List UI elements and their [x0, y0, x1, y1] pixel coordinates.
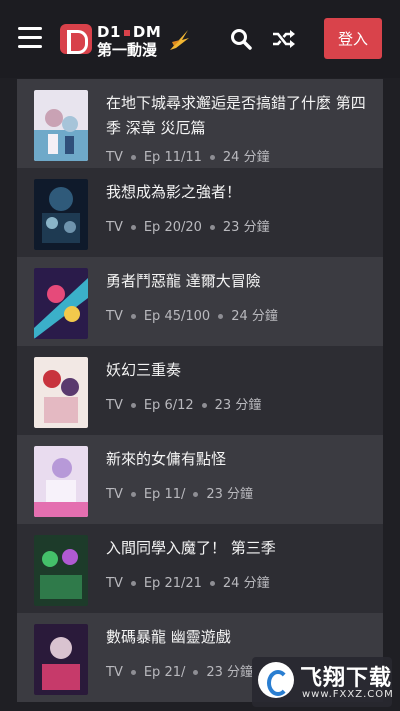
cover-image [34, 90, 88, 161]
item-duration: 23 分鐘 [206, 487, 254, 502]
item-meta: TV Ep 11/11 24 分鐘 [106, 146, 270, 165]
item-duration: 23 分鐘 [206, 665, 254, 680]
item-duration: 24 分鐘 [231, 309, 278, 324]
item-episode: Ep 21/ [143, 665, 186, 680]
cover-image [34, 624, 88, 695]
item-type: TV [106, 220, 123, 235]
item-title: 妖幻三重奏 [106, 361, 182, 379]
item-title: 入間同學入魔了！ 第三季 [106, 539, 276, 557]
search-icon[interactable] [230, 28, 252, 50]
item-duration: 24 分鐘 [222, 576, 270, 591]
site-logo[interactable]: D1 DM 第一動漫 [60, 22, 190, 59]
item-episode: Ep 21/21 [143, 576, 202, 591]
item-meta: TV Ep 45/100 24 分鐘 [106, 305, 278, 324]
cover-image [34, 535, 88, 606]
item-episode: Ep 20/20 [143, 220, 202, 235]
item-title: 我想成為影之強者！ [106, 183, 242, 201]
hamburger-menu-icon[interactable] [18, 27, 42, 49]
cover-art [34, 535, 88, 606]
item-episode: Ep 11/11 [143, 150, 202, 165]
list-item[interactable]: 新來的女傭有點怪 TV Ep 11/23 分鐘 [17, 435, 383, 524]
list-item[interactable]: 勇者鬥惡龍 達爾大冒險 TV Ep 45/100 24 分鐘 [17, 257, 383, 346]
logo-wing-icon [170, 30, 189, 50]
watermark: 飞翔下载 www.FXXZ.COM [252, 657, 394, 707]
item-duration: 23 分鐘 [222, 220, 270, 235]
list-item[interactable]: 我想成為影之強者！ TV Ep 20/20 23 分鐘 [17, 168, 383, 257]
top-header: D1 DM 第一動漫 登入 [0, 0, 400, 78]
item-type: TV [106, 398, 123, 413]
item-meta: TV Ep 21/23 分鐘 [106, 661, 253, 680]
item-type: TV [106, 487, 123, 502]
item-meta: TV Ep 21/21 24 分鐘 [106, 572, 270, 591]
anime-list: 在地下城尋求邂逅是否搞錯了什麼 第四季 深章 災厄篇 TV Ep 11/11 24 … [17, 79, 383, 711]
logo-badge [60, 24, 92, 54]
cover-art [34, 357, 88, 428]
item-title: 勇者鬥惡龍 達爾大冒險 [106, 272, 261, 290]
logo-text-bottom: 第一動漫 [97, 41, 158, 59]
item-episode: Ep 6/12 [143, 398, 194, 413]
item-title: 數碼暴龍 幽靈遊戲 [106, 628, 231, 646]
item-episode: Ep 45/100 [143, 309, 211, 324]
list-item[interactable]: 妖幻三重奏 TV Ep 6/12 23 分鐘 [17, 346, 383, 435]
shuffle-icon[interactable] [272, 28, 296, 50]
watermark-logo-icon [258, 662, 294, 698]
item-type: TV [106, 150, 123, 165]
cover-image [34, 268, 88, 339]
item-meta: TV Ep 11/23 分鐘 [106, 483, 253, 502]
cover-art [34, 268, 88, 339]
item-title: 在地下城尋求邂逅是否搞錯了什麼 第四季 深章 災厄篇 [106, 94, 366, 137]
item-duration: 23 分鐘 [214, 398, 262, 413]
cover-image [34, 446, 88, 517]
cover-image [34, 179, 88, 250]
watermark-url: www.FXXZ.COM [302, 689, 394, 700]
cover-art [34, 179, 88, 250]
item-meta: TV Ep 6/12 23 分鐘 [106, 394, 261, 413]
item-meta: TV Ep 20/20 23 分鐘 [106, 216, 270, 235]
item-duration: 24 分鐘 [222, 150, 270, 165]
watermark-name: 飞翔下载 [300, 666, 393, 691]
item-episode: Ep 11/ [143, 487, 186, 502]
item-title: 新來的女傭有點怪 [106, 450, 227, 468]
cover-art [34, 624, 88, 695]
cover-art [34, 90, 88, 161]
item-type: TV [106, 309, 123, 324]
list-item[interactable]: 在地下城尋求邂逅是否搞錯了什麼 第四季 深章 災厄篇 TV Ep 11/11 24 … [17, 79, 383, 168]
list-item[interactable]: 入間同學入魔了！ 第三季 TV Ep 21/21 24 分鐘 [17, 524, 383, 613]
item-type: TV [106, 665, 123, 680]
cover-image [34, 357, 88, 428]
login-button[interactable]: 登入 [324, 18, 382, 59]
item-type: TV [106, 576, 123, 591]
cover-art [34, 446, 88, 517]
